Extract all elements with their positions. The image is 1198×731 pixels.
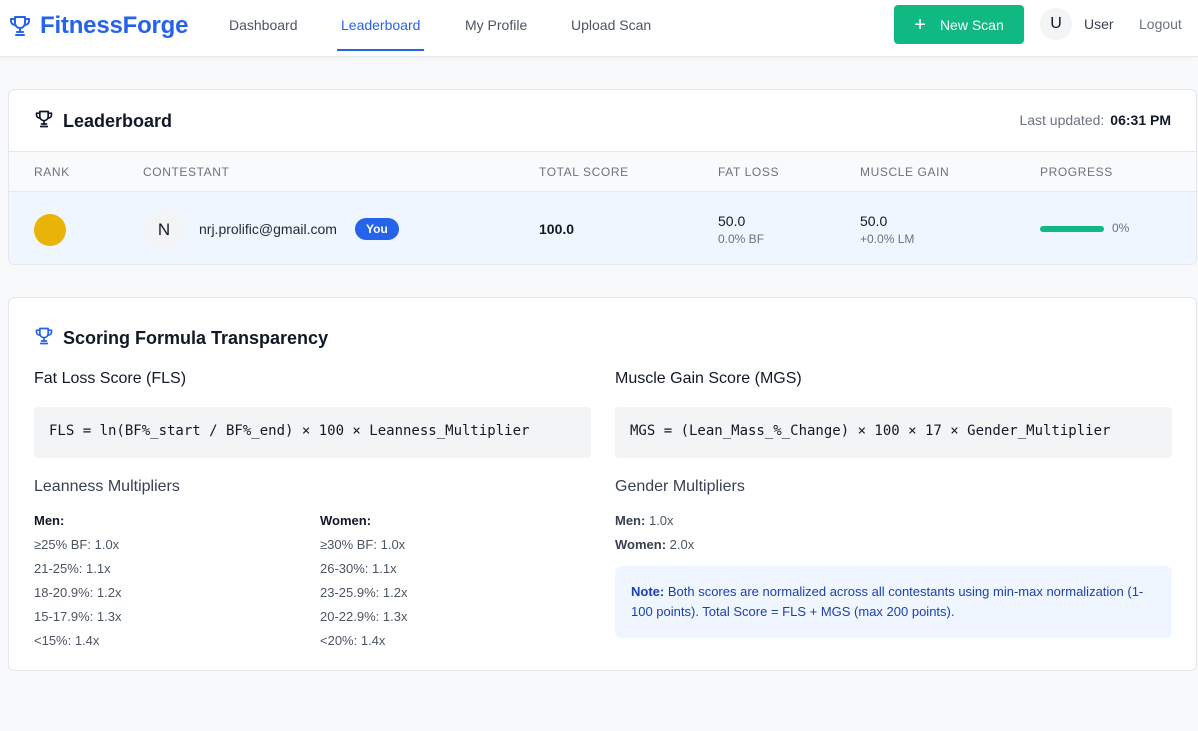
new-scan-button[interactable]: + New Scan [894, 5, 1024, 44]
plus-icon: + [914, 13, 926, 36]
gender-women-label: Women: [615, 537, 667, 552]
fls-formula: FLS = ln(BF%_start / BF%_end) × 100 × Le… [34, 407, 591, 458]
gender-women: Women: 2.0x [615, 533, 694, 557]
men-multipliers: Men: ≥25% BF: 1.0x 21-25%: 1.1x 18-20.9%… [34, 509, 121, 653]
last-updated-time: 06:31 PM [1110, 112, 1171, 128]
leaderboard-title: Leaderboard [34, 109, 172, 134]
column-total-score[interactable]: Total Score [539, 165, 629, 179]
gender-heading: Gender Multipliers [615, 478, 745, 495]
leaderboard-card: Leaderboard Last updated: 06:31 PM Rank C… [8, 89, 1197, 265]
normalization-note: Note: Both scores are normalized across … [615, 566, 1172, 638]
app-name: FitnessForge [40, 12, 189, 39]
trophy-icon [8, 14, 32, 38]
scoring-formula-card: Scoring Formula Transparency Fat Loss Sc… [8, 297, 1197, 671]
list-item: 23-25.9%: 1.2x [320, 585, 408, 600]
nav-dashboard[interactable]: Dashboard [229, 0, 298, 50]
list-item: ≥30% BF: 1.0x [320, 537, 406, 552]
rank-medal [34, 214, 66, 246]
total-score: 100.0 [539, 221, 575, 237]
list-item: 21-25%: 1.1x [34, 561, 111, 576]
mgs-heading: Muscle Gain Score (MGS) [615, 370, 802, 387]
table-header: Rank Contestant Total Score Fat Loss Mus… [9, 151, 1196, 192]
fat-loss-sub: 0.0% BF [718, 232, 765, 246]
muscle-gain-cell: 50.0 +0.0% LM [860, 213, 914, 246]
muscle-gain-value: 50.0 [860, 213, 888, 229]
logout-link[interactable]: Logout [1139, 16, 1182, 32]
column-fat-loss[interactable]: Fat Loss [718, 165, 779, 179]
muscle-gain-sub: +0.0% LM [860, 232, 915, 246]
nav-upload-scan[interactable]: Upload Scan [571, 0, 651, 50]
gender-men-value: 1.0x [648, 513, 674, 528]
list-item: <20%: 1.4x [320, 633, 386, 648]
mgs-formula: MGS = (Lean_Mass_%_Change) × 100 × 17 × … [615, 407, 1172, 458]
women-heading: Women: [320, 513, 372, 528]
user-avatar[interactable]: U [1040, 8, 1072, 40]
you-badge: You [355, 218, 399, 240]
fls-heading: Fat Loss Score (FLS) [34, 370, 187, 387]
fat-loss-value: 50.0 [718, 213, 746, 229]
contestant-avatar: N [144, 210, 184, 250]
brand-logo[interactable]: FitnessForge [8, 11, 188, 41]
nav-leaderboard[interactable]: Leaderboard [336, 0, 425, 51]
progress-bar [1040, 226, 1104, 232]
note-label: Note: [631, 584, 665, 599]
user-name[interactable]: User [1084, 16, 1114, 32]
women-multipliers: Women: ≥30% BF: 1.0x 26-30%: 1.1x 23-25.… [320, 509, 407, 653]
gender-men: Men: 1.0x [615, 509, 694, 533]
progress-label: 0% [1112, 221, 1130, 235]
list-item: 15-17.9%: 1.3x [34, 609, 122, 624]
list-item: ≥25% BF: 1.0x [34, 537, 120, 552]
list-item: 26-30%: 1.1x [320, 561, 397, 576]
gender-women-value: 2.0x [669, 537, 695, 552]
leanness-heading: Leanness Multipliers [34, 478, 180, 495]
gender-men-label: Men: [615, 513, 646, 528]
leaderboard-title-text: Leaderboard [63, 111, 173, 131]
column-contestant[interactable]: Contestant [143, 165, 229, 179]
gender-multipliers: Men: 1.0x Women: 2.0x [615, 509, 694, 557]
men-heading: Men: [34, 513, 65, 528]
trophy-icon [34, 326, 54, 351]
contestant-email: nrj.prolific@gmail.com [199, 221, 337, 237]
fat-loss-cell: 50.0 0.0% BF [718, 213, 764, 246]
leaderboard-header: Leaderboard Last updated: 06:31 PM [9, 90, 1196, 151]
table-row[interactable]: N nrj.prolific@gmail.com You 100.0 50.0 … [9, 192, 1196, 264]
scoring-title: Scoring Formula Transparency [34, 326, 328, 351]
note-text: Both scores are normalized across all co… [631, 584, 1144, 619]
list-item: 20-22.9%: 1.3x [320, 609, 408, 624]
column-muscle-gain[interactable]: Muscle Gain [860, 165, 949, 179]
scoring-title-text: Scoring Formula Transparency [63, 328, 329, 348]
new-scan-label: New Scan [939, 16, 1004, 33]
column-rank[interactable]: Rank [34, 165, 70, 179]
nav-my-profile[interactable]: My Profile [465, 0, 527, 50]
trophy-icon [34, 109, 54, 134]
list-item: 18-20.9%: 1.2x [34, 585, 122, 600]
last-updated-label: Last updated: [1019, 112, 1105, 128]
list-item: <15%: 1.4x [34, 633, 100, 648]
column-progress[interactable]: Progress [1040, 165, 1113, 179]
top-navbar: FitnessForge Dashboard Leaderboard My Pr… [0, 0, 1198, 57]
last-updated: Last updated: 06:31 PM [1019, 112, 1171, 128]
